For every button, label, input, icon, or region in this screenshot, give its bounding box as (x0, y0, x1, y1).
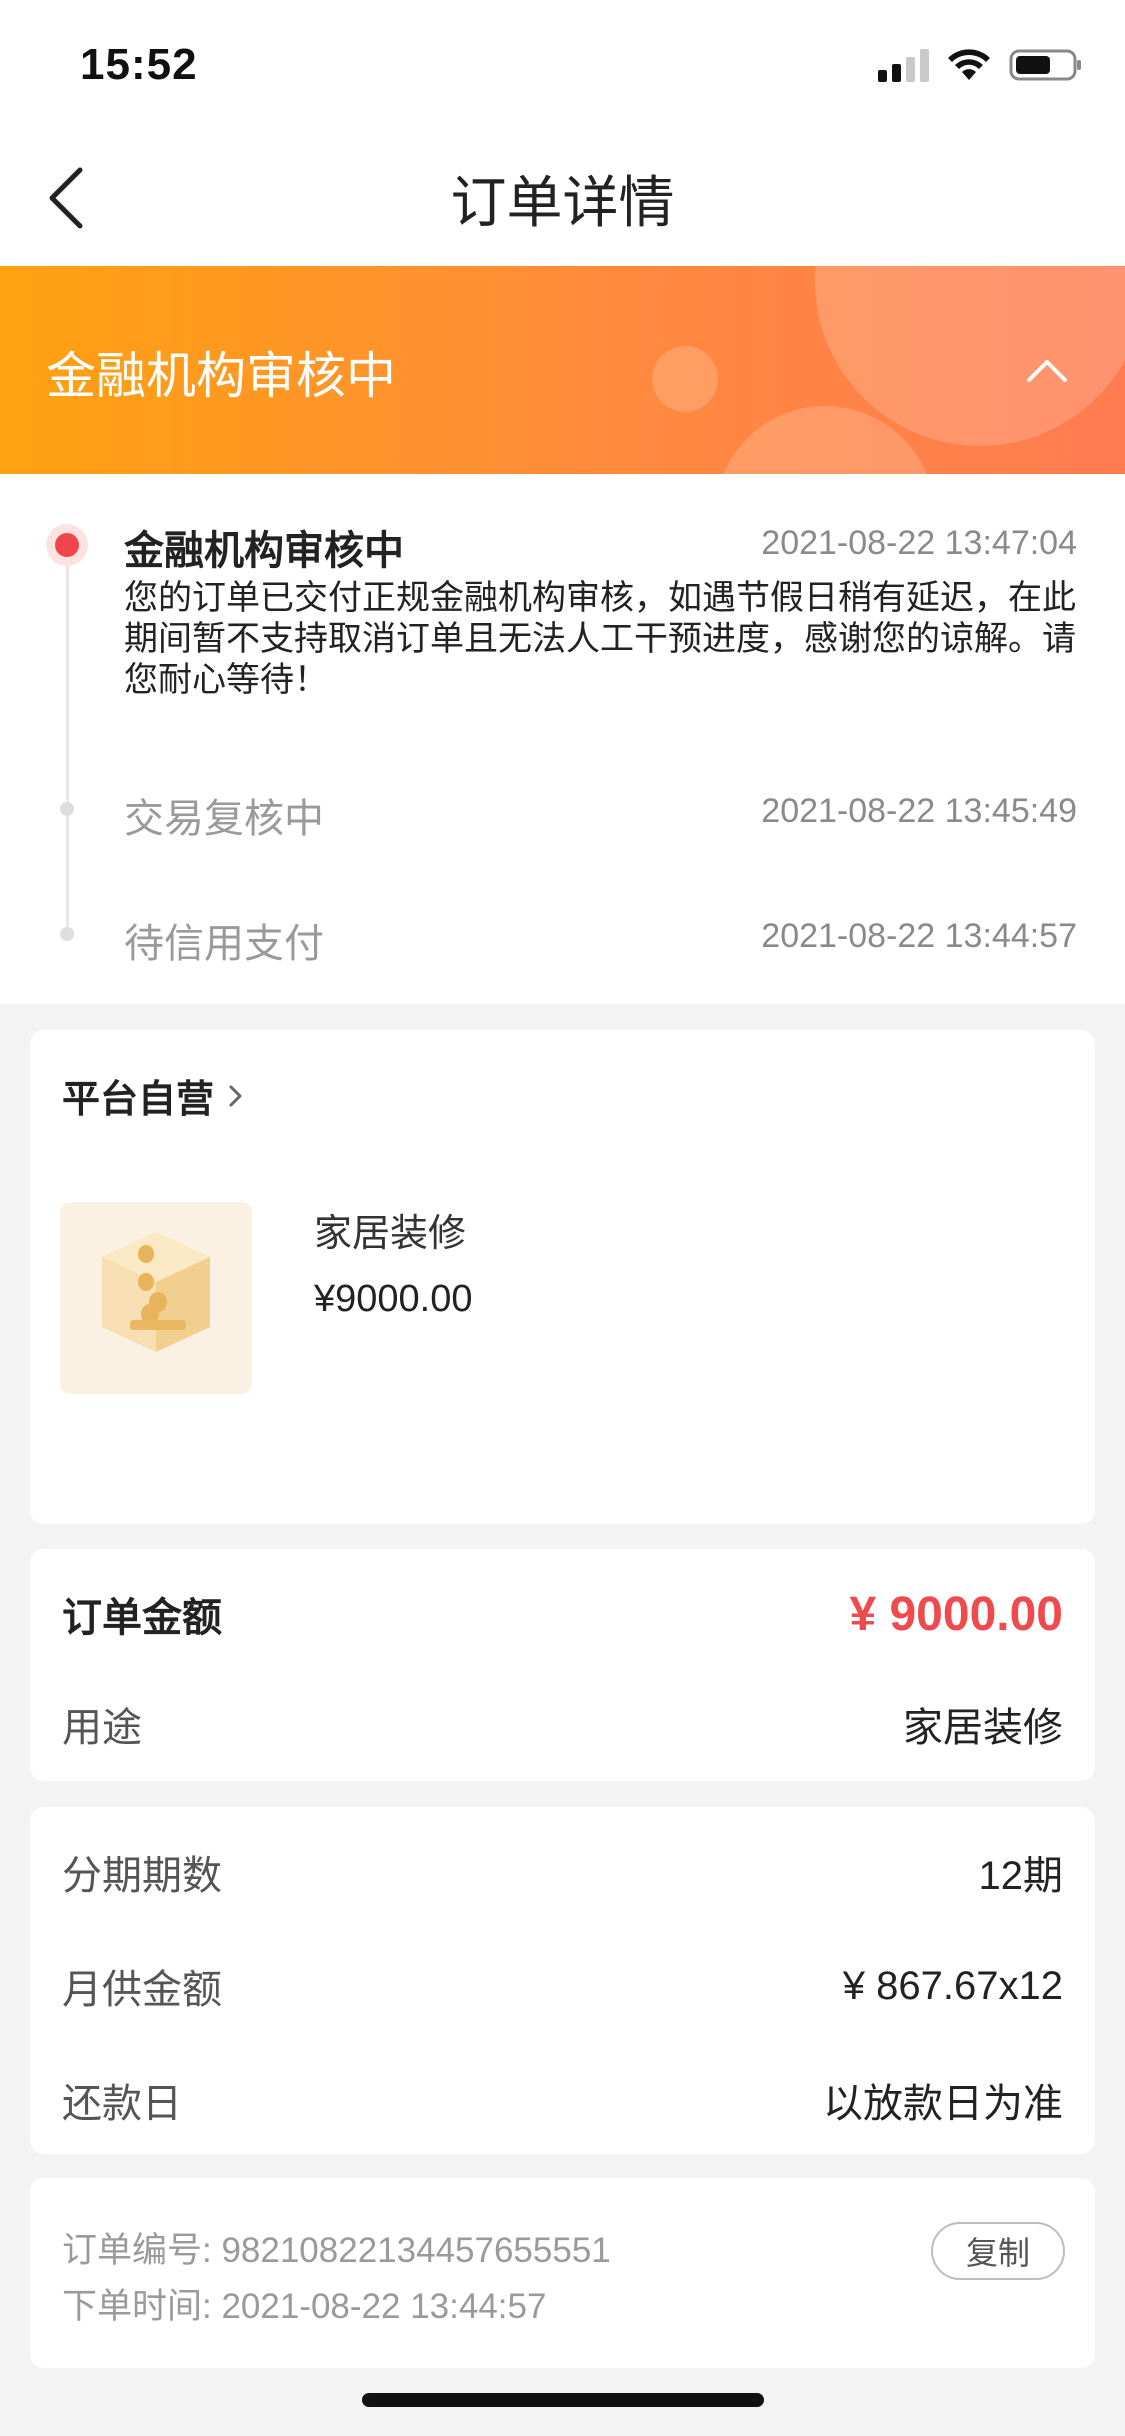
periods-value: 12期 (978, 1854, 1064, 1898)
order-amount-value: ¥ 9000.00 (849, 1587, 1063, 1641)
amount-card: 订单金额 ¥ 9000.00 用途 家居装修 (30, 1549, 1095, 1781)
order-amount-label: 订单金额 (62, 1596, 222, 1640)
installment-card: 分期期数 12期 月供金额 ¥ 867.67x12 还款日 以放款日为准 (30, 1807, 1095, 2154)
usage-row: 用途 家居装修 (62, 1695, 1063, 1753)
shop-name: 平台自营 (62, 1079, 215, 1121)
periods-row: 分期期数 12期 (62, 1843, 1063, 1901)
status-banner: 金融机构审核中 (0, 266, 1125, 474)
periods-label: 分期期数 (62, 1854, 222, 1898)
timeline-line (66, 544, 69, 934)
status-bar: 15:52 (0, 0, 1125, 130)
monthly-value: ¥ 867.67x12 (842, 1963, 1063, 2008)
home-indicator (362, 2393, 764, 2407)
timeline-dot (60, 927, 74, 941)
usage-label: 用途 (62, 1706, 142, 1750)
cellular-signal-icon (878, 48, 929, 82)
timeline-step-title: 待信用支付 (124, 922, 324, 966)
monthly-row: 月供金额 ¥ 867.67x12 (62, 1957, 1063, 2015)
usage-value: 家居装修 (903, 1706, 1063, 1750)
timeline-dot-active (46, 524, 88, 566)
timeline-step-time: 2021-08-22 13:47:04 (761, 524, 1077, 562)
decor-circle (652, 346, 718, 412)
timeline-step-title: 金融机构审核中 (124, 529, 404, 573)
status-time: 15:52 (80, 40, 198, 89)
order-amount-row: 订单金额 ¥ 9000.00 (62, 1585, 1063, 1643)
chevron-up-icon[interactable] (1019, 344, 1075, 400)
order-number: 订单编号: 98210822134457655551 (62, 2231, 611, 2270)
timeline-step-time: 2021-08-22 13:45:49 (761, 792, 1077, 830)
wifi-icon (948, 49, 990, 80)
order-detail-page: 15:52 订单详情 金融机构审核中 金融机构审核中 2021-08-22 13… (0, 0, 1125, 2436)
chevron-right-icon (229, 1085, 242, 1106)
order-meta-card: 订单编号: 98210822134457655551 下单时间: 2021-08… (30, 2178, 1095, 2368)
shop-link[interactable]: 平台自营 (62, 1068, 248, 1123)
coin-box-icon (102, 1232, 210, 1352)
order-time: 下单时间: 2021-08-22 13:44:57 (62, 2287, 547, 2326)
product-card: 平台自营 家居装修 ¥9000.00 (30, 1030, 1095, 1524)
timeline-dot (60, 802, 74, 816)
monthly-label: 月供金额 (62, 1968, 222, 2012)
timeline-step-time: 2021-08-22 13:44:57 (761, 917, 1077, 955)
progress-timeline: 金融机构审核中 2021-08-22 13:47:04 您的订单已交付正规金融机… (0, 474, 1125, 1004)
nav-bar: 订单详情 (0, 130, 1125, 266)
page-title: 订单详情 (450, 171, 675, 234)
battery-icon (1009, 49, 1081, 81)
repay-label: 还款日 (62, 2082, 182, 2126)
product-thumbnail[interactable] (60, 1202, 252, 1394)
product-name: 家居装修 (314, 1213, 467, 1255)
product-price: ¥9000.00 (314, 1278, 473, 1320)
status-icons (878, 48, 1083, 82)
repay-value: 以放款日为准 (823, 2082, 1063, 2126)
copy-button[interactable]: 复制 (931, 2222, 1065, 2280)
timeline-step-desc: 您的订单已交付正规金融机构审核，如遇节假日稍有延迟，在此期间暂不支持取消订单且无… (124, 579, 1076, 699)
timeline-step-title: 交易复核中 (124, 797, 324, 841)
banner-status-title: 金融机构审核中 (46, 348, 396, 404)
repay-row: 还款日 以放款日为准 (62, 2071, 1063, 2129)
